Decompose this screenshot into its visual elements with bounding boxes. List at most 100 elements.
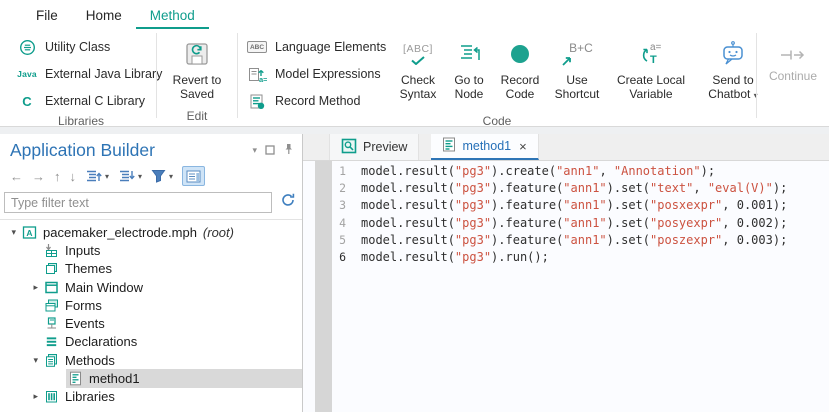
code-line[interactable]: 6model.result("pg3").run(); [303,250,829,267]
forward-arrow-icon[interactable]: → [32,170,45,183]
code-text: model.result("pg3").feature("ann1").set(… [348,233,787,247]
external-c-library-button[interactable]: C External C Library [16,89,150,113]
line-number: 2 [303,181,348,195]
tree-expand-caret[interactable]: ▸ [0,282,42,293]
preview-icon [341,138,357,157]
move-down-arrow-icon[interactable]: ↓ [70,170,77,183]
tree-item-pacemaker-electrode-mph[interactable]: ▾Apacemaker_electrode.mph(root) [0,223,302,241]
c-library-icon: C [16,94,38,109]
tab-preview[interactable]: Preview [329,134,419,160]
expand-list-icon [85,169,102,183]
dropdown-icon[interactable]: ▾ [252,145,257,156]
tab-home[interactable]: Home [72,3,136,29]
collapse-list-icon [118,169,135,183]
ribbon: Utility Class Java External Java Library… [0,29,829,127]
line-number: 3 [303,198,348,212]
code-editor[interactable]: 1model.result("pg3").create("ann1", "Ann… [303,161,829,412]
use-shortcut-button[interactable]: B+C Use Shortcut [548,33,606,101]
chevron-down-icon: ▾ [169,172,173,181]
tree-collapse-caret[interactable]: ▾ [0,227,20,238]
tree-item-label: method1 [89,371,140,386]
tree-item-inputs[interactable]: Inputs [0,241,302,259]
tree-item-main-window[interactable]: ▸Main Window [0,278,302,296]
ribbon-group-continue: Continue [757,29,829,126]
svg-text:T: T [650,54,657,66]
tree-item-libraries[interactable]: ▸Libraries [0,388,302,406]
app-root-icon: A [21,225,37,240]
move-up-arrow-icon[interactable]: ↑ [54,170,61,183]
language-elements-label: Language Elements [275,40,386,54]
chevron-down-icon: ▾ [138,172,142,181]
show-report-toggle-button[interactable] [182,166,205,186]
pin-icon[interactable] [283,142,294,160]
revert-to-saved-button[interactable]: Revert to Saved [157,33,237,101]
check-syntax-icon: [ABC] [403,35,433,73]
tab-file[interactable]: File [22,3,72,29]
continue-label: Continue [769,69,817,83]
tree-item-body: Apacemaker_electrode.mph(root) [20,223,302,241]
tree-item-methods[interactable]: ▾ Methods [0,351,302,369]
declarations-icon [43,334,59,349]
tree-item-body: Main Window [42,278,302,296]
collapse-list-button[interactable]: ▾ [118,169,142,183]
tab-method1[interactable]: method1 × [431,134,538,160]
model-expressions-button[interactable]: a= Model Expressions [246,62,382,86]
back-arrow-icon[interactable]: ← [10,170,23,183]
close-icon[interactable]: × [519,139,527,154]
tree-item-declarations[interactable]: Declarations [0,333,302,351]
tree-item-label: Declarations [65,334,137,349]
external-java-library-button[interactable]: Java External Java Library [16,62,150,86]
expand-list-button[interactable]: ▾ [85,169,109,183]
application-window: File Home Method Utility Class Java Exte… [0,0,829,412]
continue-button[interactable]: Continue [757,33,829,83]
tree-item-themes[interactable]: Themes [0,260,302,278]
tree-item-method1[interactable]: method1 [0,369,302,387]
events-icon [43,316,59,331]
tree-expand-caret[interactable]: ▸ [0,391,42,402]
external-java-library-label: External Java Library [45,67,162,81]
tree-item-body: Forms [42,296,302,314]
float-icon[interactable] [265,142,275,160]
use-shortcut-label: Use Shortcut [548,73,606,101]
tab-method[interactable]: Method [136,3,209,29]
go-to-node-button[interactable]: Go to Node [446,33,492,101]
editor-tabbar: Preview method1 × [303,134,829,161]
ribbon-group-code: ABC Language Elements a= Model Expressio… [238,29,756,126]
refresh-icon[interactable] [280,192,296,213]
tree-item-forms[interactable]: Forms [0,296,302,314]
go-to-node-label: Go to Node [446,73,492,101]
forms-icon [43,298,59,313]
language-elements-button[interactable]: ABC Language Elements [246,35,382,59]
check-syntax-label: Check Syntax [392,73,444,101]
code-line[interactable]: 5model.result("pg3").feature("ann1").set… [303,233,829,250]
tree-item-label: Inputs [65,243,100,258]
record-method-button[interactable]: Record Method [246,89,382,113]
libraries-icon [43,389,59,404]
tree-item-label: Forms [65,298,102,313]
send-to-chatbot-icon [719,35,747,73]
code-line[interactable]: 4model.result("pg3").feature("ann1").set… [303,216,829,233]
model-expressions-label: Model Expressions [275,67,381,81]
check-syntax-button[interactable]: [ABC] Check Syntax [392,33,444,101]
panel-title: Application Builder [10,140,252,161]
code-line[interactable]: 1model.result("pg3").create("ann1", "Ann… [303,164,829,181]
code-line[interactable]: 2model.result("pg3").feature("ann1").set… [303,181,829,198]
show-report-icon [186,170,201,183]
code-text: model.result("pg3").run(); [348,250,549,264]
code-line[interactable]: 3model.result("pg3").feature("ann1").set… [303,198,829,215]
tree-item-body: method1 [66,369,302,387]
use-shortcut-icon: B+C [561,35,593,73]
create-local-variable-button[interactable]: a=T Create Local Variable [608,33,694,101]
tree-item-events[interactable]: Events [0,314,302,332]
filter-input[interactable] [4,192,272,213]
tree-collapse-caret[interactable]: ▾ [0,355,42,366]
edit-group-label: Edit [157,108,237,126]
tree-item-label: Methods [65,353,115,368]
continue-icon [779,41,807,69]
code-text: model.result("pg3").feature("ann1").set(… [348,198,787,212]
chevron-down-icon: ▾ [105,172,109,181]
record-code-button[interactable]: Record Code [494,33,546,101]
utility-class-button[interactable]: Utility Class [16,35,150,59]
filter-button[interactable]: ▾ [151,169,173,183]
code-text: model.result("pg3").feature("ann1").set(… [348,181,787,195]
